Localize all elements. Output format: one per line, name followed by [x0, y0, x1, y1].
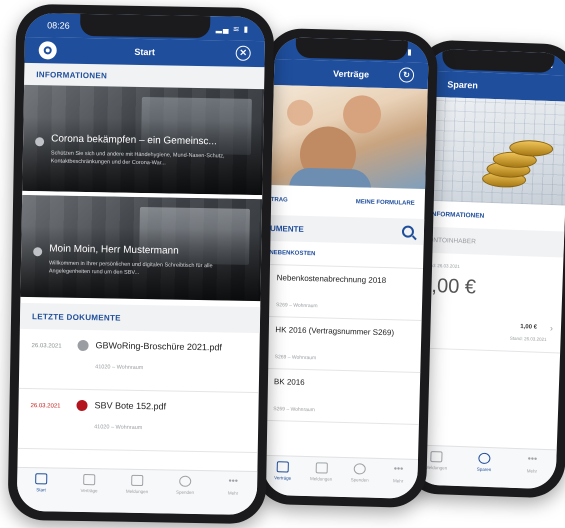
more-icon: ••• — [393, 463, 404, 474]
doc-sub: 41020 – Wohnraum — [95, 364, 144, 372]
tab-label: Spenden — [350, 477, 369, 483]
item-sub: S269 – Wohnraum — [273, 406, 315, 414]
notch — [79, 13, 211, 39]
item-sub: S269 – Wohnraum — [275, 302, 318, 310]
tab-meldungen[interactable]: Meldungen — [302, 462, 341, 482]
status-icons: ▂▄ ≋ ▮ — [215, 23, 250, 34]
piggy-bank-icon — [353, 463, 367, 475]
header-title: Sparen — [447, 79, 479, 91]
piggy-bank-icon — [179, 475, 192, 487]
tab-bar: Start Verträge Meldungen Spenden ••• Mehr — [16, 466, 258, 516]
phone-left-screen: 08:26 ▂▄ ≋ ▮ Start ✕ INFORMATIONEN Coron… — [16, 12, 266, 516]
item-sub: S269 – Wohnraum — [274, 354, 317, 362]
unread-status-icon — [76, 399, 88, 412]
read-status-icon — [77, 339, 89, 352]
info-card[interactable]: Moin Moin, Herr Mustermann Willkommen in… — [20, 190, 263, 302]
item-title: BK 2016 — [273, 377, 305, 387]
header-title: Verträge — [332, 68, 370, 80]
tab-mehr[interactable]: ••• Mehr — [213, 476, 253, 496]
my-forms-link[interactable]: MEINE FORMULARE — [356, 199, 415, 207]
settings-icon[interactable] — [38, 41, 57, 60]
mail-icon — [315, 462, 328, 474]
contract-icon — [276, 461, 290, 473]
header: Start ✕ — [24, 36, 265, 68]
balance-value: 1,00 € — [520, 324, 538, 331]
more-icon: ••• — [228, 475, 239, 486]
tab-label: Sparen — [476, 466, 492, 473]
doc-date: 26.03.2021 — [30, 403, 61, 410]
card-bullet-icon — [33, 247, 43, 257]
documents-section: UMENTE — [269, 215, 425, 246]
tab-label: Start — [36, 487, 46, 493]
tab-sparen[interactable]: Sparen — [464, 452, 505, 472]
doc-sub: 41020 – Wohnraum — [94, 424, 143, 432]
tab-meldungen[interactable]: Meldungen — [117, 474, 157, 495]
tab-vertraege[interactable]: Verträge — [263, 461, 302, 481]
section-title: UMENTE — [269, 223, 304, 234]
close-icon[interactable]: ✕ — [235, 45, 251, 61]
header: Verträge ↻ — [273, 59, 429, 90]
tab-label: Verträge — [80, 487, 98, 494]
tab-label: Meldungen — [310, 476, 333, 482]
tab-label: Verträge — [274, 475, 292, 481]
phone-middle-screen: ▂▄ ≋ ▮ Verträge ↻ TRAG MEINE FORMULARE U… — [263, 37, 429, 499]
tab-start[interactable]: Start — [21, 473, 61, 493]
card-bullet-icon — [35, 137, 45, 147]
tab-label: Spenden — [175, 489, 195, 495]
tab-label: Meldungen — [424, 464, 448, 471]
doc-title: GBWoRing-Broschüre 2021.pdf — [95, 340, 223, 353]
info-card[interactable]: Corona bekämpfen – ein Gemeinsc... Schüt… — [22, 84, 265, 196]
app-showcase: ▂▄ ≋ ▮ Sparen ERINFORMATIONEN KONTOINHAB… — [0, 0, 565, 528]
list-item[interactable]: BK 2016 S269 – Wohnraum — [264, 368, 421, 425]
tab-spenden[interactable]: Spenden — [340, 463, 379, 483]
family-photo — [271, 85, 428, 190]
notch — [295, 37, 408, 61]
more-icon: ••• — [527, 453, 538, 464]
piggy-bank-icon — [478, 452, 491, 465]
tab-label: Meldungen — [125, 488, 149, 495]
document-row[interactable]: 26.03.2021 SBV Bote 152.pdf 41020 – Wohn… — [17, 388, 259, 454]
tab-bar: Meldungen Sparen ••• Mehr — [411, 444, 557, 490]
home-icon — [35, 473, 48, 485]
coins-photo — [421, 96, 565, 206]
status-time: 08:26 — [47, 20, 70, 31]
notch — [441, 49, 555, 74]
contract-icon — [83, 474, 96, 486]
mail-icon — [430, 451, 443, 463]
balance-amount: 1,00 € — [419, 274, 477, 299]
tab-label: Mehr — [526, 468, 538, 474]
balance-date: Stand: 26.03.2021 — [509, 335, 547, 342]
tab-label: Mehr — [227, 490, 239, 496]
document-row[interactable]: 26.03.2021 GBWoRing-Broschüre 2021.pdf 4… — [18, 328, 260, 394]
search-icon[interactable] — [401, 225, 415, 238]
list-item[interactable]: Nebenkostenabrechnung 2018 S269 – Wohnra… — [267, 264, 423, 321]
link-row: TRAG MEINE FORMULARE — [270, 185, 425, 219]
list-item[interactable]: HK 2016 (Vertragsnummer S269) S269 – Woh… — [266, 316, 422, 373]
item-title: Nebenkostenabrechnung 2018 — [276, 273, 387, 286]
tab-mehr[interactable]: ••• Mehr — [379, 463, 418, 484]
phone-middle: ▂▄ ≋ ▮ Verträge ↻ TRAG MEINE FORMULARE U… — [253, 27, 439, 509]
doc-title: SBV Bote 152.pdf — [94, 400, 167, 412]
refresh-icon[interactable]: ↻ — [398, 67, 415, 83]
phone-left: 08:26 ▂▄ ≋ ▮ Start ✕ INFORMATIONEN Coron… — [7, 3, 275, 525]
contract-link[interactable]: TRAG — [271, 197, 288, 203]
woman-figure — [342, 94, 382, 134]
tab-vertraege[interactable]: Verträge — [69, 474, 109, 494]
tab-spenden[interactable]: Spenden — [165, 475, 205, 495]
tab-label: Mehr — [392, 478, 404, 484]
balance-row[interactable]: 1,00 € Stand: 26.03.2021 › — [416, 318, 562, 354]
chevron-right-icon: › — [549, 323, 554, 334]
shirt-shape — [288, 167, 372, 190]
header-title: Start — [134, 46, 156, 58]
mail-icon — [131, 474, 144, 487]
tab-bar: Verträge Meldungen Spenden ••• Mehr — [263, 454, 419, 499]
tab-mehr[interactable]: ••• Mehr — [512, 453, 553, 474]
item-title: HK 2016 (Vertragsnummer S269) — [275, 325, 395, 338]
doc-date: 26.03.2021 — [31, 343, 62, 350]
child-figure — [286, 99, 314, 127]
